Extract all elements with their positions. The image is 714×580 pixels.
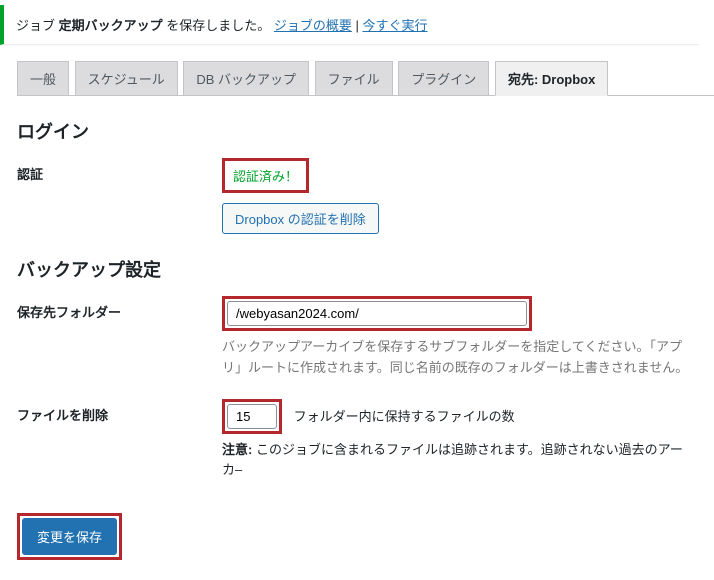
tab-dropbox[interactable]: 宛先: Dropbox	[495, 61, 608, 96]
file-count-highlight	[222, 399, 282, 434]
notice-separator: |	[352, 18, 363, 33]
login-heading: ログイン	[17, 118, 697, 144]
tab-files[interactable]: ファイル	[315, 61, 393, 95]
tab-schedule[interactable]: スケジュール	[75, 61, 178, 95]
file-count-inline-label: フォルダー内に保持するファイルの数	[294, 409, 515, 424]
run-now-link[interactable]: 今すぐ実行	[363, 18, 428, 33]
notice-prefix: ジョブ	[16, 18, 59, 33]
saved-notice: ジョブ 定期バックアップ を保存しました。 ジョブの概要 | 今すぐ実行	[0, 5, 699, 45]
delete-dropbox-auth-button[interactable]: Dropbox の認証を削除	[222, 203, 379, 234]
notice-job-name: 定期バックアップ	[59, 18, 163, 33]
folder-highlight	[222, 296, 532, 331]
tabs-nav: 一般 スケジュール DB バックアップ ファイル プラグイン 宛先: Dropb…	[17, 60, 714, 96]
job-overview-link[interactable]: ジョブの概要	[274, 18, 352, 33]
tab-db-backup[interactable]: DB バックアップ	[183, 61, 309, 95]
note-text: このジョブに含まれるファイルは追跡されます。追跡されない過去のアーカ–	[222, 442, 683, 478]
notice-suffix: を保存しました。	[163, 18, 271, 33]
backup-settings-heading: バックアップ設定	[17, 256, 697, 282]
folder-hint: バックアップアーカイブを保存するサブフォルダーを指定してください。「アプリ」ルー…	[222, 337, 697, 379]
auth-status: 認証済み！	[222, 158, 309, 193]
tab-general[interactable]: 一般	[17, 61, 69, 95]
folder-label: 保存先フォルダー	[17, 296, 222, 321]
save-highlight: 変更を保存	[17, 513, 122, 560]
auth-label: 認証	[17, 158, 222, 183]
file-count-input[interactable]	[227, 404, 277, 429]
tab-plugins[interactable]: プラグイン	[398, 61, 489, 95]
save-changes-button[interactable]: 変更を保存	[22, 518, 117, 555]
note-label: 注意:	[222, 442, 252, 457]
delete-files-label: ファイルを削除	[17, 399, 222, 424]
destination-folder-input[interactable]	[227, 301, 527, 326]
